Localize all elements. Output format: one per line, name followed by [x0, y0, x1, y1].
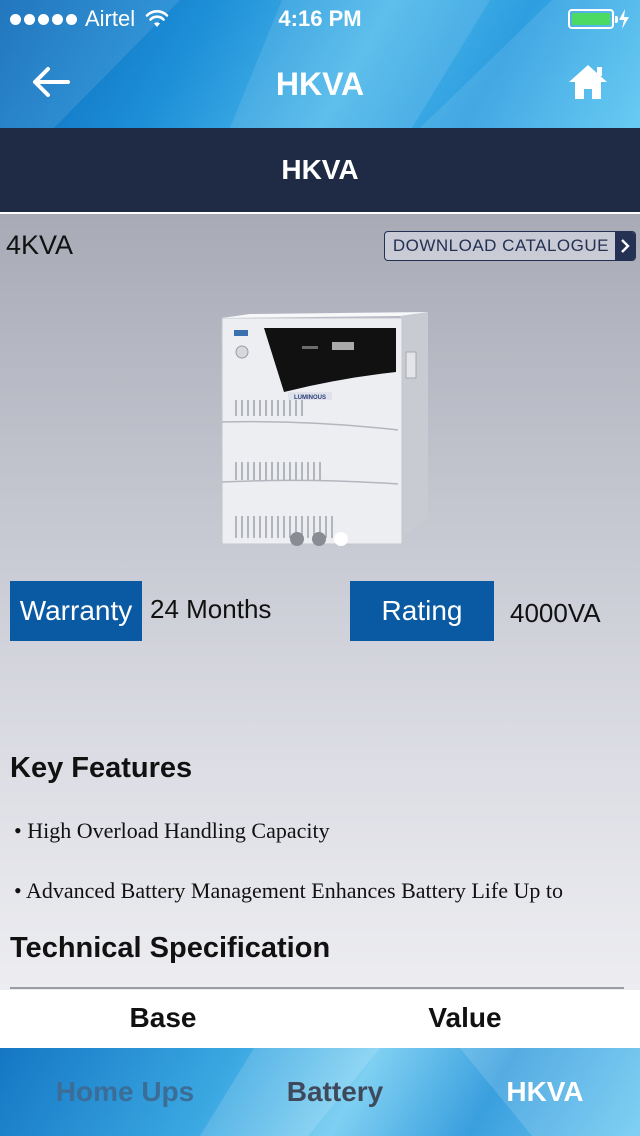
- column-header-value: Value: [428, 1002, 502, 1033]
- warranty-badge: Warranty: [10, 581, 142, 641]
- tab-home-ups[interactable]: Home Ups: [20, 1048, 230, 1136]
- tab-battery[interactable]: Battery: [230, 1048, 440, 1136]
- product-image[interactable]: LUMINOUS: [220, 312, 430, 552]
- key-features-heading: Key Features: [10, 752, 193, 784]
- battery-icon: [568, 9, 618, 29]
- download-catalogue-button[interactable]: DOWNLOAD CATALOGUE: [383, 231, 636, 261]
- brand-logo: LUMINOUS: [294, 395, 326, 401]
- tab-hkva[interactable]: HKVA: [460, 1048, 630, 1136]
- page-title: HKVA: [275, 66, 365, 102]
- charging-bolt-icon: [619, 9, 629, 29]
- rating-badge: Rating: [350, 581, 494, 641]
- model-name: 4KVA: [6, 230, 74, 260]
- status-right: [568, 9, 630, 29]
- column-header-base: Base: [129, 1002, 197, 1033]
- slider-dot[interactable]: [290, 532, 304, 546]
- top-header: Airtel 4:16 PM HKVA: [0, 0, 640, 128]
- slider-dot-active[interactable]: [334, 532, 348, 546]
- slider-dot[interactable]: [312, 532, 326, 546]
- feature-item: • High Overload Handling Capacity: [14, 818, 330, 843]
- image-slider-dots[interactable]: [290, 532, 348, 546]
- home-button[interactable]: [564, 60, 612, 104]
- bottom-tab-bar: Home Ups Battery HKVA: [0, 1048, 640, 1136]
- section-header: HKVA: [0, 128, 640, 212]
- status-time: 4:16 PM: [278, 6, 362, 31]
- download-catalogue-label: DOWNLOAD CATALOGUE: [392, 236, 609, 255]
- chevron-right-icon: [615, 232, 635, 260]
- technical-spec-heading: Technical Specification: [10, 932, 331, 964]
- home-icon: [569, 65, 607, 99]
- product-detail: 4KVA DOWNLOAD CATALOGUE LUMINOUS Warrant…: [0, 214, 640, 1048]
- warranty-value: 24 Months: [150, 594, 272, 624]
- feature-item: • Advanced Battery Management Enhances B…: [14, 878, 563, 903]
- status-bar: Airtel 4:16 PM: [0, 0, 640, 40]
- rating-value: 4000VA: [510, 598, 601, 628]
- spec-table-header: Base Value: [0, 990, 640, 1048]
- divider: [10, 987, 624, 989]
